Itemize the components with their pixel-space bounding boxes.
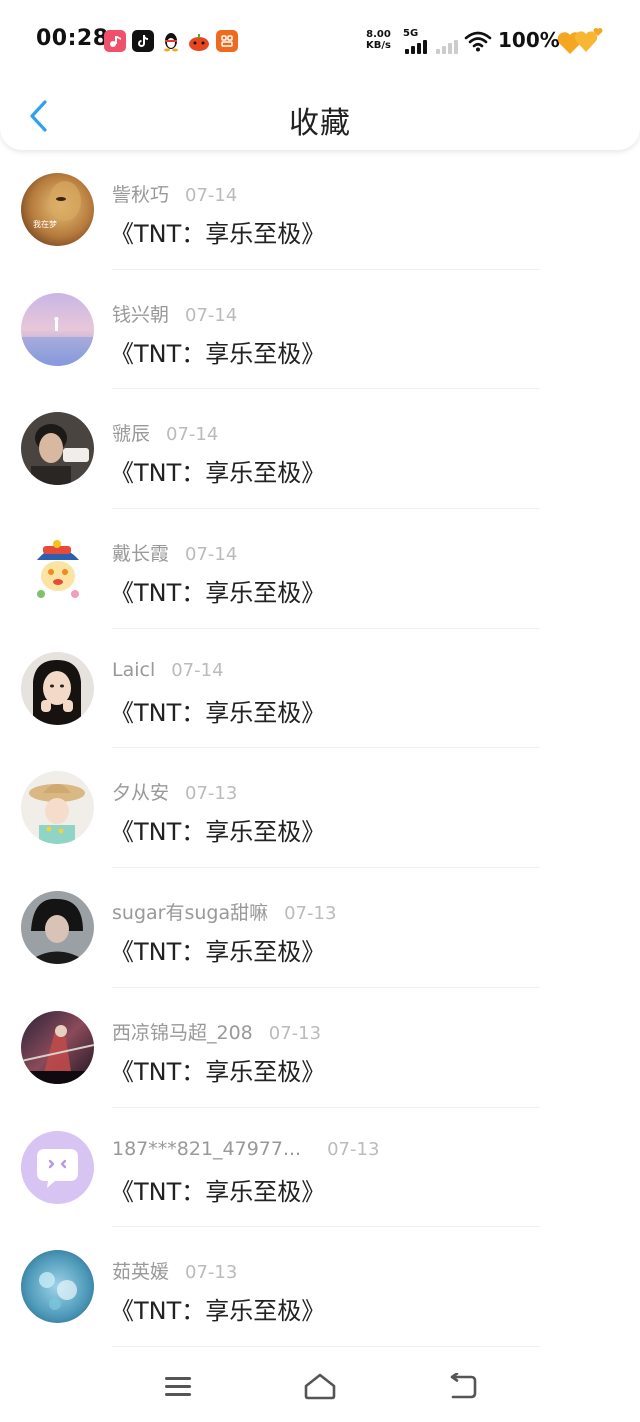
list-item[interactable]: 我在梦 訾秋巧 07-14 《TNT：享乐至极》 xyxy=(0,150,640,270)
divider xyxy=(112,1345,540,1347)
item-meta: 西凉锦马超_208 07-13 xyxy=(112,1018,321,1045)
item-title[interactable]: 《TNT：享乐至极》 xyxy=(110,453,325,488)
back-arrow-icon xyxy=(450,1373,477,1399)
item-date: 07-13 xyxy=(185,1262,238,1284)
back-nav-button[interactable] xyxy=(442,1368,482,1404)
notification-icons xyxy=(104,30,238,52)
menu-icon xyxy=(165,1377,191,1396)
avatar[interactable] xyxy=(21,532,94,606)
network-speed-unit: KB/s xyxy=(366,40,391,51)
user-name[interactable]: 戴长霞 xyxy=(112,543,169,565)
list-item[interactable]: 虢辰 07-14 《TNT：享乐至极》 xyxy=(0,389,640,510)
status-time: 00:28 xyxy=(36,26,109,51)
taobao-app-icon xyxy=(216,30,238,52)
home-button[interactable] xyxy=(300,1368,340,1404)
item-title[interactable]: 《TNT：享乐至极》 xyxy=(110,1172,325,1207)
list-item[interactable]: 187***821_47977... 07-13 《TNT：享乐至极》 xyxy=(0,1108,640,1228)
avatar[interactable] xyxy=(21,292,94,366)
item-date: 07-14 xyxy=(185,544,238,566)
item-date: 07-13 xyxy=(327,1138,380,1160)
item-date: 07-13 xyxy=(268,1022,322,1044)
battery-level: 100% xyxy=(498,28,560,52)
item-meta: 钱兴朝 07-14 xyxy=(112,300,237,327)
item-title[interactable]: 《TNT：享乐至极》 xyxy=(110,1291,325,1326)
user-name[interactable]: 夕从安 xyxy=(112,782,169,804)
avatar[interactable] xyxy=(21,1250,94,1324)
user-name[interactable]: 虢辰 xyxy=(112,423,150,445)
list-item[interactable]: Laicl 07-14 《TNT：享乐至极》 xyxy=(0,629,640,749)
top-bar: 00:28 8.00 KB/s 5G 100% 收藏 xyxy=(0,0,640,150)
user-name[interactable]: 訾秋巧 xyxy=(112,184,169,206)
item-meta: 茹英媛 07-13 xyxy=(112,1257,237,1284)
network-speed: 8.00 KB/s xyxy=(366,29,391,51)
list-item[interactable]: 戴长霞 07-14 《TNT：享乐至极》 xyxy=(0,509,640,629)
item-meta: 夕从安 07-13 xyxy=(112,778,237,805)
item-title[interactable]: 《TNT：享乐至极》 xyxy=(110,334,325,369)
list-item[interactable]: 茹英媛 07-13 《TNT：享乐至极》 xyxy=(0,1227,640,1347)
avatar[interactable] xyxy=(21,891,94,965)
avatar[interactable]: 我在梦 xyxy=(21,173,94,246)
item-date: 07-14 xyxy=(185,304,238,326)
avatar[interactable] xyxy=(21,1130,94,1204)
qq-penguin-icon xyxy=(160,30,182,52)
chat-bubble-icon xyxy=(21,1130,94,1204)
item-title[interactable]: 《TNT：享乐至极》 xyxy=(110,812,325,847)
item-meta: sugar有suga甜嘛 07-13 xyxy=(112,898,336,925)
item-meta: 虢辰 07-14 xyxy=(112,419,218,446)
user-name[interactable]: 钱兴朝 xyxy=(112,304,169,326)
item-title[interactable]: 《TNT：享乐至极》 xyxy=(110,932,325,967)
item-date: 07-14 xyxy=(171,659,224,681)
user-name[interactable]: 187***821_47977... xyxy=(112,1138,301,1160)
item-meta: 訾秋巧 07-14 xyxy=(112,180,237,207)
menu-button[interactable] xyxy=(158,1368,198,1404)
favorites-list: 我在梦 訾秋巧 07-14 《TNT：享乐至极》 钱兴朝 07-14 《TNT：享乐… xyxy=(0,150,640,1347)
item-date: 07-14 xyxy=(166,424,219,446)
user-name[interactable]: Laicl xyxy=(112,659,155,681)
item-meta: Laicl 07-14 xyxy=(112,659,224,681)
list-item[interactable]: 夕从安 07-13 《TNT：享乐至极》 xyxy=(0,748,640,869)
list-item[interactable]: 钱兴朝 07-14 《TNT：享乐至极》 xyxy=(0,270,640,390)
user-name[interactable]: 西凉锦马超_208 xyxy=(112,1022,253,1044)
signal-strength-secondary-icon xyxy=(436,38,458,54)
item-title[interactable]: 《TNT：享乐至极》 xyxy=(110,1052,325,1087)
system-navigation-bar xyxy=(0,1350,640,1422)
tiktok-icon xyxy=(132,30,154,52)
hearts-battery-icon xyxy=(556,26,604,62)
network-speed-value: 8.00 xyxy=(366,29,391,40)
item-date: 07-13 xyxy=(284,903,337,925)
signal-strength-icon xyxy=(405,38,427,54)
item-date: 07-13 xyxy=(185,783,238,805)
avatar[interactable] xyxy=(21,1010,94,1084)
music-app-icon xyxy=(104,30,126,52)
item-meta: 戴长霞 07-14 xyxy=(112,539,237,566)
status-bar: 00:28 8.00 KB/s 5G 100% xyxy=(0,20,640,64)
wifi-icon xyxy=(464,30,492,56)
item-date: 07-14 xyxy=(185,185,238,206)
list-item[interactable]: 西凉锦马超_208 07-13 《TNT：享乐至极》 xyxy=(0,988,640,1108)
avatar[interactable] xyxy=(21,412,94,486)
avatar[interactable] xyxy=(21,771,94,845)
item-meta: 187***821_47977... 07-13 xyxy=(112,1138,379,1160)
item-title[interactable]: 《TNT：享乐至极》 xyxy=(110,573,325,608)
user-name[interactable]: sugar有suga甜嘛 xyxy=(112,902,268,924)
home-icon xyxy=(304,1373,336,1400)
item-title[interactable]: 《TNT：享乐至极》 xyxy=(110,693,325,728)
page-title: 收藏 xyxy=(289,106,351,141)
item-title[interactable]: 《TNT：享乐至极》 xyxy=(110,214,325,249)
list-item[interactable]: sugar有suga甜嘛 07-13 《TNT：享乐至极》 xyxy=(0,868,640,988)
user-name[interactable]: 茹英媛 xyxy=(112,1261,169,1283)
avatar-caption: 我在梦 xyxy=(33,219,57,229)
avatar[interactable] xyxy=(21,651,94,725)
pumpkin-app-icon xyxy=(188,30,210,52)
